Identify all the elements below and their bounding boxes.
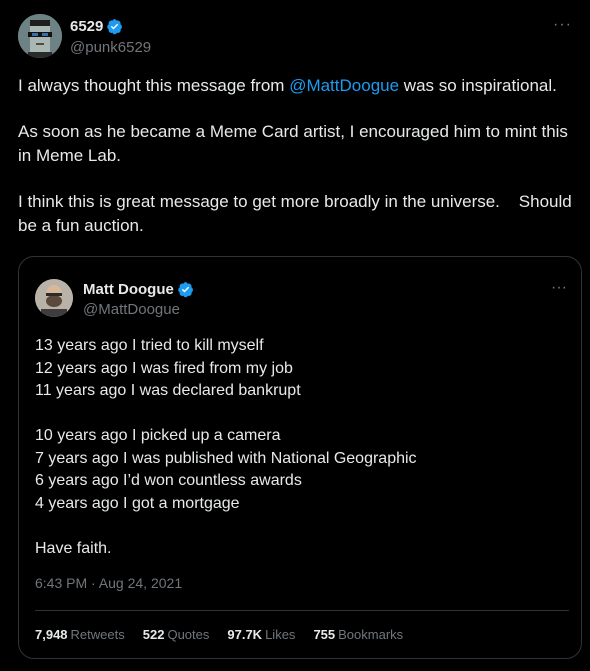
- tweet-header: 6529 @punk6529 ···: [18, 14, 580, 60]
- retweets-label: Retweets: [70, 627, 125, 642]
- bookmarks-label: Bookmarks: [338, 627, 404, 642]
- quotes-count: 522: [142, 627, 165, 642]
- quoted-tweet-body: 13 years ago I tried to kill myself 12 y…: [35, 335, 565, 560]
- bookmarks-stat[interactable]: 755 Bookmarks: [313, 627, 403, 642]
- tweet-text-segment: was so inspirational.: [399, 76, 557, 95]
- quoted-author-handle[interactable]: @MattDoogue: [83, 301, 180, 318]
- retweets-stat[interactable]: 7,948 Retweets: [35, 627, 125, 642]
- author-name[interactable]: 6529: [70, 18, 103, 35]
- more-options-icon[interactable]: ···: [551, 279, 567, 297]
- likes-stat[interactable]: 97.7K Likes: [227, 627, 295, 642]
- tweet-body: I always thought this message from @Matt…: [18, 74, 584, 260]
- quoted-author-name[interactable]: Matt Doogue: [83, 281, 174, 298]
- quotes-label: Quotes: [167, 627, 210, 642]
- quoted-line: 11 years ago I was declared bankrupt: [35, 382, 301, 399]
- tweet-paragraph-3: I think this is great message to get mor…: [18, 192, 577, 235]
- quoted-line: Have faith.: [35, 539, 112, 557]
- retweets-count: 7,948: [35, 627, 68, 642]
- tweet-paragraph-1: I always thought this message from @Matt…: [18, 74, 584, 98]
- author-handle[interactable]: @punk6529: [70, 39, 151, 56]
- bookmarks-count: 755: [313, 627, 336, 642]
- likes-label: Likes: [265, 627, 296, 642]
- person-avatar-icon: [35, 279, 73, 317]
- quoted-line: 10 years ago I picked up a camera: [35, 427, 281, 444]
- verified-badge-icon: [107, 19, 123, 35]
- quoted-line: 12 years ago I was fired from my job: [35, 359, 293, 377]
- quoted-line: 4 years ago I got a mortgage: [35, 494, 240, 512]
- verified-badge-icon: [178, 282, 193, 298]
- quotes-stat[interactable]: 522 Quotes: [143, 627, 210, 642]
- author-name-row: 6529: [70, 18, 123, 35]
- quoted-name-row: Matt Doogue: [83, 281, 194, 298]
- author-avatar[interactable]: [18, 14, 62, 58]
- divider: [35, 610, 569, 611]
- mention-link[interactable]: @MattDoogue: [289, 76, 399, 95]
- quoted-timestamp[interactable]: 6:43 PM · Aug 24, 2021: [35, 575, 182, 591]
- punk-avatar-icon: [18, 14, 62, 58]
- quoted-line: 6 years ago I’d won countless awards: [35, 472, 302, 489]
- engagement-stats: 7,948 Retweets 522 Quotes 97.7K Likes 755 Bo…: [35, 627, 421, 642]
- more-options-icon[interactable]: ···: [553, 16, 572, 34]
- tweet-paragraph-2: As soon as he became a Meme Card artist,…: [18, 122, 568, 165]
- quoted-author-avatar[interactable]: [35, 279, 73, 317]
- likes-count: 97.7K: [227, 627, 263, 642]
- tweet-text-segment: I always thought this message from: [18, 76, 290, 95]
- quoted-tweet[interactable]: Matt Doogue @MattDoogue ··· 13 years ago…: [18, 256, 582, 659]
- quoted-line: 7 years ago I was published with Nationa…: [35, 449, 417, 467]
- quoted-line: 13 years ago I tried to kill myself: [35, 337, 264, 354]
